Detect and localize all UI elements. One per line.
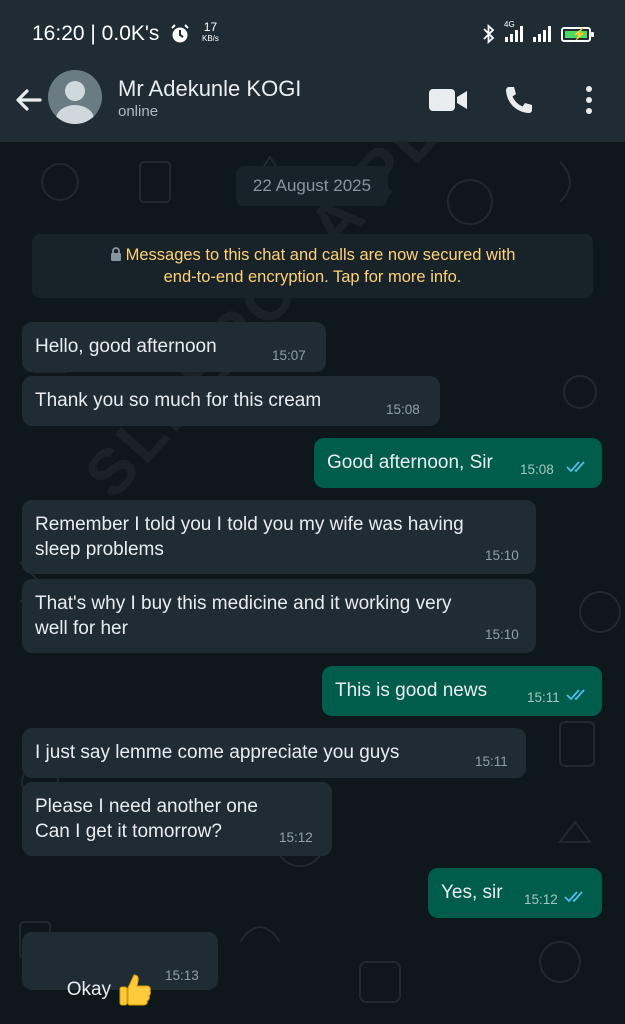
status-bar: 16:20 | 0.0K's 17 KB/s 4G ⚡ bbox=[0, 0, 625, 64]
chat-header: Mr Adekunle KOGI online bbox=[0, 64, 625, 142]
message-outgoing[interactable]: This is good news 15:11 bbox=[322, 666, 602, 716]
read-receipt-icon bbox=[564, 891, 583, 903]
encryption-text-line1: Messages to this chat and calls are now … bbox=[125, 246, 516, 264]
voice-call-icon[interactable] bbox=[503, 84, 535, 116]
video-call-icon[interactable] bbox=[428, 88, 468, 112]
message-text: Please I need another one Can I get it t… bbox=[35, 796, 258, 842]
alarm-icon bbox=[171, 24, 189, 43]
encryption-text-line2: end-to-end encryption. Tap for more info… bbox=[163, 268, 462, 286]
message-time: 15:10 bbox=[485, 548, 519, 563]
message-incoming[interactable]: I just say lemme come appreciate you guy… bbox=[22, 728, 526, 778]
status-icons: 4G ⚡ bbox=[483, 20, 594, 44]
message-text-content: Okay bbox=[66, 979, 112, 1001]
date-chip: 22 August 2025 bbox=[236, 166, 388, 206]
message-outgoing[interactable]: Good afternoon, Sir 15:08 bbox=[314, 438, 602, 488]
lock-icon bbox=[110, 247, 121, 261]
message-text: This is good news bbox=[335, 680, 488, 701]
battery-charging-icon: ⚡ bbox=[561, 26, 594, 42]
message-text: I just say lemme come appreciate you guy… bbox=[35, 742, 400, 763]
network-type: 4G bbox=[504, 20, 515, 29]
signal-icon: 4G bbox=[504, 20, 523, 42]
message-text: Yes, sir bbox=[441, 882, 503, 903]
message-text: Thank you so much for this cream bbox=[35, 390, 322, 411]
message-incoming[interactable]: Remember I told you I told you my wife w… bbox=[22, 500, 536, 574]
message-incoming[interactable]: Okay 15:13 bbox=[22, 932, 218, 1006]
encryption-notice[interactable]: Messages to this chat and calls are now … bbox=[32, 234, 593, 298]
message-outgoing[interactable]: Yes, sir 15:12 bbox=[428, 868, 602, 918]
message-text: Hello, good afternoon bbox=[35, 336, 217, 357]
thumbs-up-icon bbox=[119, 974, 151, 1006]
avatar[interactable] bbox=[48, 70, 102, 124]
contact-status: online bbox=[118, 103, 159, 120]
message-time: 15:11 bbox=[527, 690, 560, 705]
message-time: 15:08 bbox=[386, 402, 420, 417]
message-time: 15:11 bbox=[475, 754, 508, 769]
message-time: 15:07 bbox=[272, 348, 306, 363]
message-text: Okay bbox=[35, 946, 153, 1024]
message-time: 15:12 bbox=[279, 830, 313, 845]
message-time: 15:08 bbox=[520, 462, 554, 477]
message-incoming[interactable]: Please I need another one Can I get it t… bbox=[22, 782, 332, 856]
signal-icon-2 bbox=[533, 26, 551, 42]
chat-area[interactable]: SLEEPORA PLUS 22 August 2025 Messages to… bbox=[0, 142, 625, 1024]
network-speed-value: 17 bbox=[203, 20, 218, 34]
more-options-icon[interactable] bbox=[582, 84, 596, 116]
message-incoming[interactable]: Hello, good afternoon 15:07 bbox=[22, 322, 326, 372]
network-speed-unit: KB/s bbox=[202, 34, 219, 43]
message-text: Good afternoon, Sir bbox=[327, 452, 493, 473]
message-text: Remember I told you I told you my wife w… bbox=[35, 514, 464, 560]
message-time: 15:12 bbox=[524, 892, 558, 907]
message-text: That's why I buy this medicine and it wo… bbox=[35, 593, 452, 639]
contact-name[interactable]: Mr Adekunle KOGI bbox=[118, 76, 301, 102]
status-time: 16:20 | 0.0K's bbox=[32, 22, 160, 45]
message-time: 15:10 bbox=[485, 627, 519, 642]
read-receipt-icon bbox=[566, 689, 585, 701]
back-arrow-icon[interactable] bbox=[12, 83, 46, 117]
message-incoming[interactable]: Thank you so much for this cream 15:08 bbox=[22, 376, 440, 426]
network-speed: 17 KB/s bbox=[202, 20, 219, 44]
read-receipt-icon bbox=[566, 461, 585, 473]
message-incoming[interactable]: That's why I buy this medicine and it wo… bbox=[22, 579, 536, 653]
message-time: 15:13 bbox=[165, 968, 199, 983]
bluetooth-icon bbox=[483, 24, 495, 44]
